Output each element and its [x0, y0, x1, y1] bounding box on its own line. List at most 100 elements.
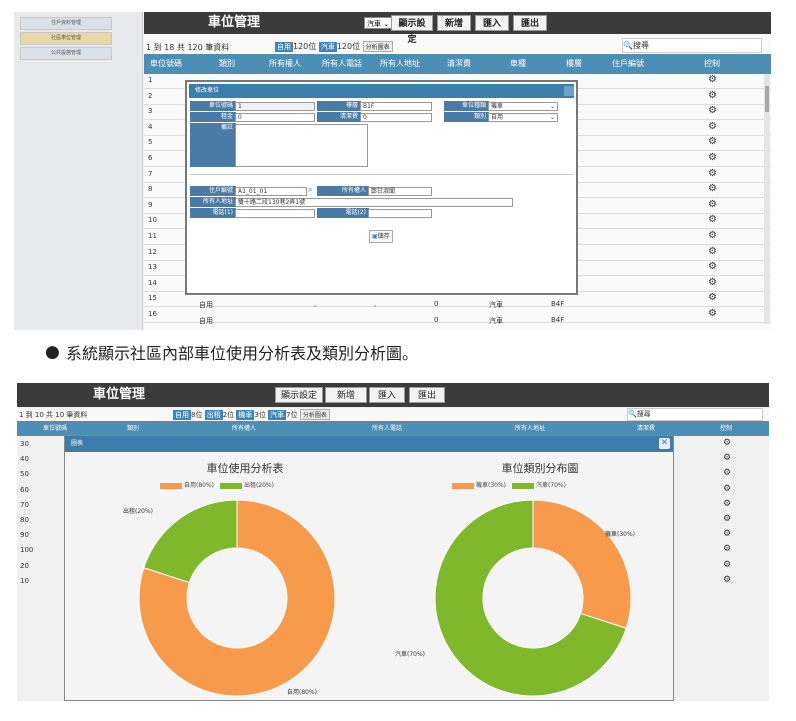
vehicle-type-value: 機車: [491, 103, 504, 110]
gear-icon[interactable]: ⚙: [723, 544, 731, 554]
add-button[interactable]: 新增: [325, 387, 367, 403]
row15-address: ,: [374, 300, 377, 308]
gear-icon[interactable]: ⚙: [723, 484, 731, 494]
tag-rent[interactable]: 出租: [204, 410, 223, 420]
gear-icon[interactable]: ⚙: [723, 438, 731, 448]
col-control: 控制: [720, 425, 733, 432]
tag-self[interactable]: 自用: [275, 42, 293, 52]
rent-field[interactable]: 0: [235, 113, 315, 122]
col-category[interactable]: 類別: [219, 54, 235, 74]
row-number: 50: [20, 470, 29, 479]
gear-icon[interactable]: ⚙: [723, 514, 731, 524]
gear-icon[interactable]: ⚙: [723, 529, 731, 539]
chart2-slice-1: [532, 499, 632, 629]
gear-icon[interactable]: ⚙: [708, 277, 717, 288]
gear-icon[interactable]: ⚙: [708, 230, 717, 241]
row-number: 10: [20, 576, 29, 585]
owner-field[interactable]: 鄭甘淑聞: [368, 187, 432, 196]
col-clean-fee[interactable]: 清潔費: [447, 54, 471, 74]
gear-icon[interactable]: ⚙: [708, 199, 717, 210]
col-owner-address[interactable]: 所有人地址: [515, 421, 545, 436]
import-button[interactable]: 匯入: [369, 387, 405, 403]
summary-tags: 自用 120位 汽車 120位 分析圖表: [275, 41, 393, 52]
col-owner-phone[interactable]: 所有人電話: [322, 54, 362, 74]
col-slot-no[interactable]: 車位號碼: [43, 421, 67, 436]
slot-no-field[interactable]: 1: [235, 102, 315, 111]
gear-icon[interactable]: ⚙: [723, 560, 731, 570]
resident-no-label: 住戶編號: [190, 186, 236, 196]
owner-address-label: 所有人地址: [190, 197, 236, 207]
col-owner[interactable]: 所有權人: [269, 54, 301, 74]
col-category[interactable]: 類別: [127, 421, 139, 436]
export-button[interactable]: 匯出: [409, 387, 445, 403]
tag-self[interactable]: 自用: [173, 410, 191, 420]
note-textarea[interactable]: [235, 124, 368, 167]
gear-icon[interactable]: ⚙: [708, 246, 717, 257]
floor-field[interactable]: B1F: [360, 102, 432, 111]
caption: 系統顯示社區內部車位使用分析表及類別分析圖。: [66, 344, 419, 363]
row-number: 2: [148, 91, 153, 100]
owner-address-field[interactable]: 雙十路二段130巷2弄1號: [235, 198, 513, 207]
gear-icon[interactable]: ⚙: [723, 453, 731, 463]
col-slot-no[interactable]: 車位號碼: [150, 54, 182, 74]
gear-icon[interactable]: ⚙: [708, 90, 717, 101]
gear-icon[interactable]: ⚙: [708, 308, 717, 319]
vehicle-select-value: 汽車: [367, 20, 381, 28]
search-icon[interactable]: ⌕: [308, 185, 312, 195]
search-input[interactable]: 🔍搜尋: [627, 408, 763, 421]
gear-icon[interactable]: ⚙: [723, 468, 731, 478]
col-clean-fee[interactable]: 清潔費: [637, 421, 655, 436]
tag-car[interactable]: 汽車: [268, 410, 287, 420]
gear-icon[interactable]: ⚙: [708, 183, 717, 194]
import-button[interactable]: 匯入: [475, 15, 509, 31]
resident-no-field[interactable]: A1_01_01: [235, 187, 307, 196]
display-settings-button[interactable]: 顯示設定: [391, 15, 433, 45]
analysis-button[interactable]: 分析圖表: [362, 41, 393, 52]
row16-vehicle: 汽車: [489, 317, 503, 325]
gear-icon[interactable]: ⚙: [708, 121, 717, 132]
col-owner-phone[interactable]: 所有人電話: [372, 421, 402, 436]
col-resident-no[interactable]: 住戶編號: [612, 54, 644, 74]
chart2-slice-label: 汽車(70%): [395, 651, 426, 658]
col-owner[interactable]: 所有權人: [232, 421, 256, 436]
display-settings-button[interactable]: 顯示設定: [275, 387, 323, 403]
sidebar-item-parking[interactable]: 社區車位管理: [20, 32, 112, 45]
row15-phone: ,: [314, 300, 317, 308]
gear-icon[interactable]: ⚙: [708, 105, 717, 116]
row-number: 60: [20, 485, 29, 494]
search-input[interactable]: 🔍搜尋: [622, 38, 762, 53]
vehicle-type-select[interactable]: 機車 ⌄: [488, 102, 558, 111]
gear-icon[interactable]: ⚙: [708, 168, 717, 179]
tag-car[interactable]: 汽車: [318, 42, 337, 52]
row-number: 10: [148, 216, 157, 225]
sidebar-item-facilities[interactable]: 公共設施管理: [20, 47, 112, 60]
row-number: 4: [148, 122, 153, 131]
sidebar-item-residents[interactable]: 住戶資料管理: [20, 17, 112, 30]
scrollbar-thumb[interactable]: [765, 86, 769, 112]
row-number: 15: [148, 294, 157, 303]
gear-icon[interactable]: ⚙: [723, 499, 731, 509]
export-button[interactable]: 匯出: [513, 15, 547, 31]
gear-icon[interactable]: ⚙: [708, 292, 717, 303]
vehicle-select[interactable]: 汽車 ⌄: [364, 17, 393, 29]
gear-icon[interactable]: ⚙: [708, 136, 717, 147]
add-button[interactable]: 新增: [437, 15, 471, 31]
save-button[interactable]: ▣儲存: [369, 230, 393, 243]
col-vehicle[interactable]: 車種: [510, 54, 526, 74]
self-count: 120位: [293, 42, 317, 51]
phone1-field[interactable]: [235, 209, 315, 218]
gear-icon[interactable]: ⚙: [708, 214, 717, 225]
dialog-close-button[interactable]: [564, 86, 574, 96]
category-select[interactable]: 自用 ⌄: [488, 113, 558, 122]
scrollbar[interactable]: [764, 74, 770, 324]
gear-icon[interactable]: ⚙: [708, 74, 717, 85]
gear-icon[interactable]: ⚙: [708, 261, 717, 272]
col-floor[interactable]: 樓層: [566, 54, 582, 74]
analysis-button[interactable]: 分析圖表: [299, 409, 330, 420]
gear-icon[interactable]: ⚙: [723, 575, 731, 585]
clean-fee-field[interactable]: 0: [360, 113, 432, 122]
col-owner-address[interactable]: 所有人地址: [380, 54, 420, 74]
tag-motorcycle[interactable]: 機車: [236, 410, 255, 420]
gear-icon[interactable]: ⚙: [708, 152, 717, 163]
phone2-field[interactable]: [368, 209, 432, 218]
